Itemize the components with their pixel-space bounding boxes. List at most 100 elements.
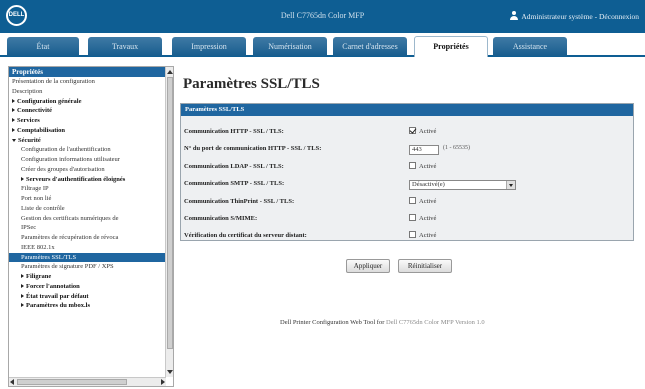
tab-numerisation[interactable]: Numérisation	[253, 37, 327, 56]
sidebar-item-label: Configuration informations utilisateur	[21, 156, 120, 163]
tab-etat[interactable]: État	[7, 37, 79, 56]
caret-right-icon[interactable]	[12, 127, 15, 132]
sidebar-item-label: Configuration de l'authentification	[21, 146, 111, 154]
sidebar-item-label: Description	[12, 87, 43, 95]
sidebar-item-label: Paramètres de récupération de révoca	[21, 234, 119, 241]
sidebar-item-label: Configuration générale	[17, 97, 82, 105]
footer: Dell Printer Configuration Web Tool for …	[280, 319, 485, 326]
row-label: Communication SMTP - SSL / TLS:	[184, 180, 285, 187]
sidebar-vertical-scrollbar[interactable]	[165, 67, 173, 377]
sidebar-item-label: IEEE 802.1x	[21, 243, 55, 251]
sidebar-item[interactable]: Paramètres de signature PDF / XPS	[9, 262, 166, 272]
sidebar-item[interactable]: État travail par défaut	[9, 292, 166, 302]
row-label: Communication LDAP - SSL / TLS:	[184, 163, 284, 170]
sidebar-item-label: Paramètres de signature PDF / XPS	[21, 263, 114, 271]
sidebar-horizontal-scrollbar[interactable]	[9, 377, 166, 386]
sidebar-item[interactable]: Forcer l'annotation	[9, 282, 166, 292]
sidebar-header[interactable]: Propriétés	[9, 67, 173, 77]
row-label: N° du port de communication HTTP - SSL /…	[184, 145, 322, 152]
tab-travaux[interactable]: Travaux	[88, 37, 162, 56]
sidebar-item[interactable]: Description	[9, 87, 166, 97]
scroll-right-icon[interactable]	[161, 379, 165, 385]
scroll-thumb-horizontal[interactable]	[17, 379, 127, 385]
tab-impression[interactable]: Impression	[172, 37, 246, 56]
sidebar-item-label: État travail par défaut	[26, 292, 89, 300]
sidebar-item-label: Paramètres SSL/TLS	[21, 253, 77, 261]
sidebar-item[interactable]: Filigrane	[9, 272, 166, 282]
scroll-down-icon[interactable]	[167, 368, 173, 376]
tab-proprietes[interactable]: Propriétés	[414, 36, 488, 57]
sidebar-list: Présentation de la configuration Descript…	[9, 77, 166, 311]
sidebar-item-label: Présentation de la configuration	[12, 78, 95, 85]
scroll-left-icon[interactable]	[10, 379, 14, 385]
http-ssl-checkbox[interactable]	[409, 127, 416, 134]
user-menu[interactable]: Administrateur système - Déconnexion	[510, 11, 639, 21]
scroll-thumb[interactable]	[167, 77, 173, 349]
row-label: Vérification du certificat du serveur di…	[184, 232, 307, 239]
sidebar-item[interactable]: IPSec	[9, 223, 166, 233]
sidebar-item[interactable]: Présentation de la configuration	[9, 77, 166, 87]
caret-right-icon[interactable]	[12, 98, 15, 103]
sidebar-item[interactable]: Configuration générale	[9, 97, 166, 107]
sidebar-item[interactable]: Filtrage IP	[9, 184, 166, 194]
caret-right-icon[interactable]	[12, 118, 15, 122]
sidebar-item[interactable]: Paramètres du mbox.ls	[9, 301, 166, 311]
caret-right-icon[interactable]	[21, 293, 24, 298]
sidebar-item[interactable]: Paramètres de récupération de révoca	[9, 233, 166, 243]
panel-header: Paramètres SSL/TLS	[181, 104, 633, 116]
row-remote-cert: Vérification du certificat du serveur di…	[181, 229, 633, 243]
remote-cert-checkbox[interactable]	[409, 231, 416, 238]
port-range-hint: (1 - 65535)	[443, 145, 470, 151]
tab-assistance[interactable]: Assistance	[493, 37, 567, 56]
caret-right-icon[interactable]	[21, 303, 24, 308]
sidebar-item-label: Filigrane	[26, 273, 52, 280]
tab-carnet-adresses[interactable]: Carnet d'adresses	[333, 37, 407, 56]
checkbox-label: Activé	[419, 215, 437, 222]
smime-checkbox[interactable]	[409, 214, 416, 221]
sidebar-item[interactable]: Gestion des certificats numériques de	[9, 214, 166, 224]
sidebar-item[interactable]: Connectivité	[9, 106, 166, 116]
row-smtp-ssl: Communication SMTP - SSL / TLS: Désactiv…	[181, 177, 633, 191]
sidebar-item[interactable]: Configuration informations utilisateur	[9, 155, 166, 165]
select-value: Désactivé(e)	[412, 181, 445, 188]
sidebar-item[interactable]: Sécurité	[9, 136, 166, 146]
checkbox-label: Activé	[419, 198, 437, 205]
row-label: Communication S/MIME:	[184, 215, 258, 222]
sidebar-item[interactable]: Port non lié	[9, 194, 166, 204]
sidebar-item-label: Serveurs d'authentification éloignés	[26, 175, 126, 183]
sidebar-item-label: Créer des groupes d'autorisation	[21, 165, 105, 173]
checkbox-label: Activé	[419, 163, 437, 170]
sidebar-item-label: Connectivité	[17, 107, 53, 115]
caret-right-icon[interactable]	[21, 274, 24, 278]
sidebar-item[interactable]: IEEE 802.1x	[9, 243, 166, 253]
user-icon	[510, 11, 519, 20]
smtp-ssl-select[interactable]: Désactivé(e)	[409, 180, 516, 190]
ssl-settings-panel: Paramètres SSL/TLS Communication HTTP - …	[180, 103, 634, 241]
sidebar-item[interactable]: Services	[9, 116, 166, 126]
page-title: Paramètres SSL/TLS	[183, 76, 320, 92]
thinprint-ssl-checkbox[interactable]	[409, 197, 416, 204]
reset-button[interactable]: Réinitialiser	[398, 259, 452, 273]
http-port-input[interactable]: 443	[409, 145, 439, 155]
user-label[interactable]: Administrateur système - Déconnexion	[521, 12, 639, 21]
ldap-ssl-checkbox[interactable]	[409, 162, 416, 169]
sidebar-item[interactable]: Comptabilisation	[9, 126, 166, 136]
caret-right-icon[interactable]	[21, 176, 24, 181]
sidebar-item[interactable]: Créer des groupes d'autorisation	[9, 165, 166, 175]
caret-right-icon[interactable]	[12, 108, 15, 113]
sidebar: Propriétés Présentation de la configurat…	[8, 66, 174, 387]
sidebar-item[interactable]: Paramètres SSL/TLS	[9, 252, 166, 263]
sidebar-item-label: Comptabilisation	[17, 126, 66, 134]
sidebar-item[interactable]: Configuration de l'authentification	[9, 145, 166, 155]
sidebar-item[interactable]: Liste de contrôle	[9, 204, 166, 214]
apply-button[interactable]: Appliquer	[346, 259, 390, 273]
sidebar-item[interactable]: Serveurs d'authentification éloignés	[9, 175, 166, 185]
caret-down-icon[interactable]	[12, 138, 16, 142]
scroll-up-icon[interactable]	[167, 68, 173, 76]
row-http-port: N° du port de communication HTTP - SSL /…	[181, 142, 633, 156]
sidebar-item-label: Forcer l'annotation	[26, 282, 80, 290]
tab-bar: État Travaux Impression Numérisation Car…	[0, 33, 645, 57]
caret-right-icon[interactable]	[21, 283, 24, 288]
chevron-down-icon[interactable]	[506, 181, 515, 189]
sidebar-item-label: Services	[17, 117, 40, 124]
